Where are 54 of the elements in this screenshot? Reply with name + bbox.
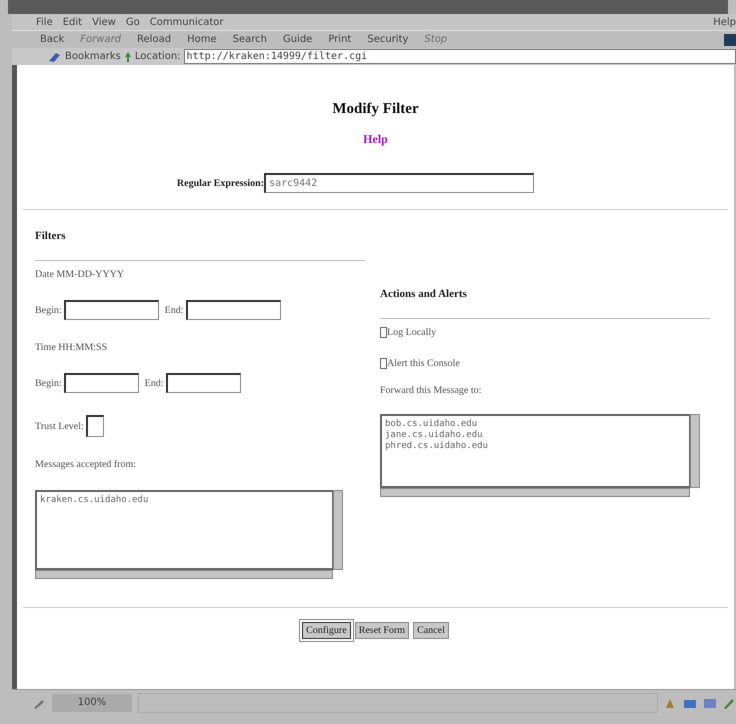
form-button[interactable]: Configure — [302, 622, 351, 639]
url-field[interactable]: http://kraken:14999/filter.cgi — [184, 49, 736, 64]
actions-heading: Actions and Alerts — [380, 288, 468, 300]
menu-item[interactable]: Help — [713, 16, 736, 28]
vertical-scrollbar[interactable] — [333, 490, 343, 570]
page-title: Modify Filter — [331, 101, 420, 118]
accepted-label: Messages accepted from: — [35, 459, 138, 470]
form-button[interactable]: Reset Form — [354, 622, 410, 639]
checkbox-label: Log Locally — [387, 327, 436, 338]
location-label: Location: — [134, 51, 181, 62]
toolbar-button[interactable]: Reload — [131, 34, 178, 45]
logo-icon — [724, 34, 736, 46]
checkbox[interactable] — [380, 327, 387, 338]
date-begin-field[interactable] — [64, 300, 159, 320]
menu-item[interactable]: File — [36, 16, 53, 28]
toolbar-button[interactable]: Guide — [276, 34, 318, 45]
begin-label: Begin: — [35, 304, 62, 316]
text-area[interactable]: bob.cs.uidaho.edu jane.cs.uidaho.edu phred.cs.uidaho.edu — [380, 414, 690, 488]
end-label: End: — [144, 378, 164, 388]
menu-item[interactable]: Go — [126, 16, 140, 28]
component-icons[interactable] — [664, 696, 736, 710]
time-end-field[interactable] — [166, 373, 241, 393]
begin-label: Begin: — [35, 378, 62, 388]
trust-level-field[interactable] — [86, 415, 104, 437]
trust-level-label: Trust Level: — [35, 420, 84, 432]
progress-text: 100% — [52, 694, 132, 712]
checkbox[interactable] — [380, 358, 387, 369]
time-label: Time HH:MM:SS — [35, 342, 108, 353]
time-begin-field[interactable] — [64, 373, 139, 393]
horizontal-scrollbar[interactable] — [380, 488, 690, 497]
toolbar-button[interactable]: Print — [322, 34, 358, 45]
bookmarks-button[interactable]: Bookmarks — [65, 51, 121, 62]
bookmark-icon — [48, 50, 62, 62]
help-link[interactable]: Help — [363, 132, 388, 146]
text-area[interactable]: kraken.cs.uidaho.edu — [35, 490, 333, 570]
end-label: End: — [164, 304, 184, 316]
toolbar-button[interactable]: Security — [361, 34, 414, 45]
vertical-scrollbar[interactable] — [690, 414, 700, 488]
menu-item[interactable]: Communicator — [150, 16, 224, 28]
toolbar-button[interactable]: Home — [181, 34, 223, 45]
location-icon — [124, 50, 132, 62]
toolbar-button[interactable]: Back — [34, 34, 70, 45]
checkbox-label: Alert this Console — [387, 358, 460, 369]
menu-item[interactable]: View — [92, 16, 116, 28]
regex-label: Regular Expression: — [176, 178, 264, 188]
horizontal-scrollbar[interactable] — [35, 570, 333, 579]
menu-item[interactable]: Edit — [62, 16, 82, 28]
date-label: Date MM-DD-YYYY — [35, 269, 126, 280]
toolbar-button[interactable]: Search — [226, 34, 273, 45]
forward-label: Forward this Message to: — [380, 385, 482, 396]
date-end-field[interactable] — [186, 300, 281, 320]
form-button[interactable]: Cancel — [413, 622, 449, 639]
filters-heading: Filters — [35, 230, 67, 242]
regex-field[interactable]: sarc9442 — [264, 173, 534, 193]
